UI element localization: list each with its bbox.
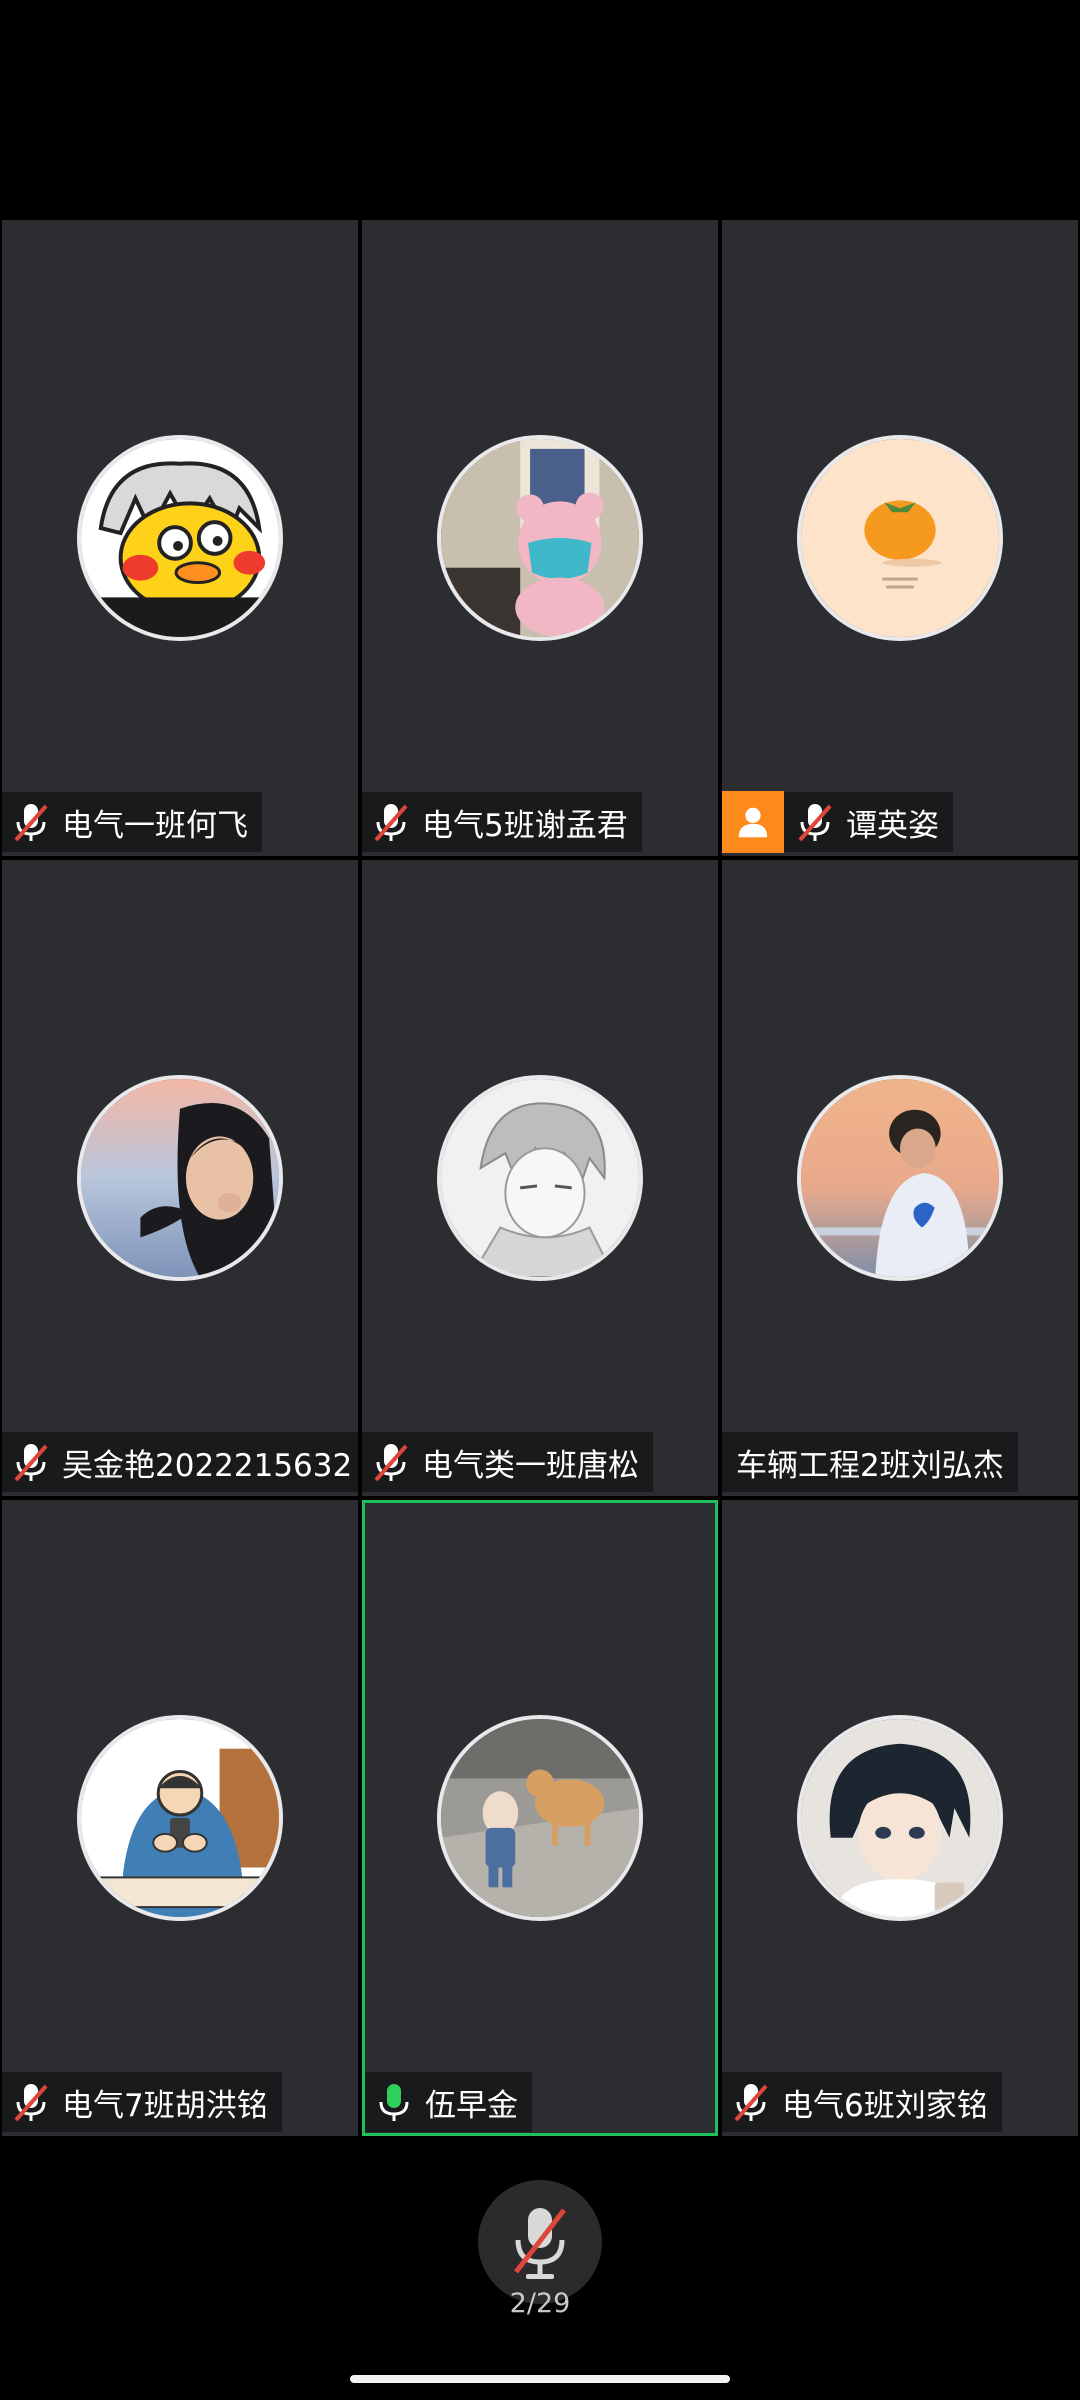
anime-boy-sketch-avatar-icon [441,1079,639,1277]
participant-tile[interactable]: 谭英姿 [722,220,1078,856]
participant-name-label: 电气6班刘家铭 [722,2072,1002,2132]
mic-muted-icon [12,800,50,844]
participant-tile[interactable]: 电气6班刘家铭 [722,1500,1078,2136]
girl-seaside-avatar-icon [81,1079,279,1277]
participant-name: 吴金艳2022215632 [62,1447,353,1484]
mic-muted-icon [796,800,834,844]
bottom-control-bar: 2/29 [0,2138,1080,2400]
mic-muted-icon [732,2080,770,2124]
participant-tile[interactable]: 电气7班胡洪铭 [2,1500,358,2136]
participant-name: 电气7班胡洪铭 [62,2087,268,2124]
avatar [437,435,643,641]
participant-name: 电气6班刘家铭 [782,2087,988,2124]
participant-tile[interactable]: 电气类一班唐松 [362,860,718,1496]
avatar [77,435,283,641]
participant-tile[interactable]: 电气5班谢孟君 [362,220,718,856]
person-icon [722,791,784,853]
participant-name-label: 电气7班胡洪铭 [2,2072,282,2132]
participant-name-label: 吴金艳2022215632 [2,1432,358,1492]
participant-name: 电气类一班唐松 [422,1447,639,1484]
participant-name-label: 电气类一班唐松 [362,1432,653,1492]
participant-tile-active-speaker[interactable]: 伍早金 [362,1500,718,2136]
participant-tile[interactable]: 车辆工程2班刘弘杰 [722,860,1078,1496]
participant-name-label: 谭英姿 [722,791,953,853]
participant-name-label: 伍早金 [365,2072,532,2132]
mic-muted-icon [12,2080,50,2124]
avatar [437,1075,643,1281]
participant-name: 伍早金 [425,2087,518,2124]
avatar [437,1715,643,1921]
mic-active-icon [375,2080,413,2124]
participant-name: 车辆工程2班刘弘杰 [736,1447,1004,1484]
avatar [797,1075,1003,1281]
avatar [77,1075,283,1281]
cartoon-phone-person-avatar-icon [81,1719,279,1917]
avatar [77,1715,283,1921]
child-and-dog-avatar-icon [441,1719,639,1917]
mic-muted-icon [12,1440,50,1484]
participant-grid: 电气一班何飞 电气5班谢孟君 谭英姿 吴金艳2022215632 电气类一班唐松… [0,218,1080,2138]
participant-name: 谭英姿 [846,807,939,844]
orange-fruit-avatar-icon [801,439,999,637]
cartoon-duck-avatar-icon [81,439,279,637]
participant-name-label: 电气5班谢孟君 [362,792,642,852]
participant-name-label: 车辆工程2班刘弘杰 [722,1432,1018,1492]
participant-name: 电气一班何飞 [62,807,248,844]
participant-tile[interactable]: 吴金艳2022215632 [2,860,358,1496]
mic-muted-icon [372,800,410,844]
mic-muted-icon [514,2208,566,2279]
mic-muted-icon [372,1440,410,1484]
avatar [797,1715,1003,1921]
participant-name-label: 电气一班何飞 [2,792,262,852]
avatar [797,435,1003,641]
boy-sunset-avatar-icon [801,1079,999,1277]
pink-bear-mask-avatar-icon [441,439,639,637]
mic-toggle-button[interactable] [478,2180,602,2304]
page-indicator: 2/29 [509,2288,571,2319]
anime-boy-dark-hair-avatar-icon [801,1719,999,1917]
participant-tile[interactable]: 电气一班何飞 [2,220,358,856]
participant-name: 电气5班谢孟君 [422,807,628,844]
home-indicator-bar[interactable] [350,2375,730,2383]
